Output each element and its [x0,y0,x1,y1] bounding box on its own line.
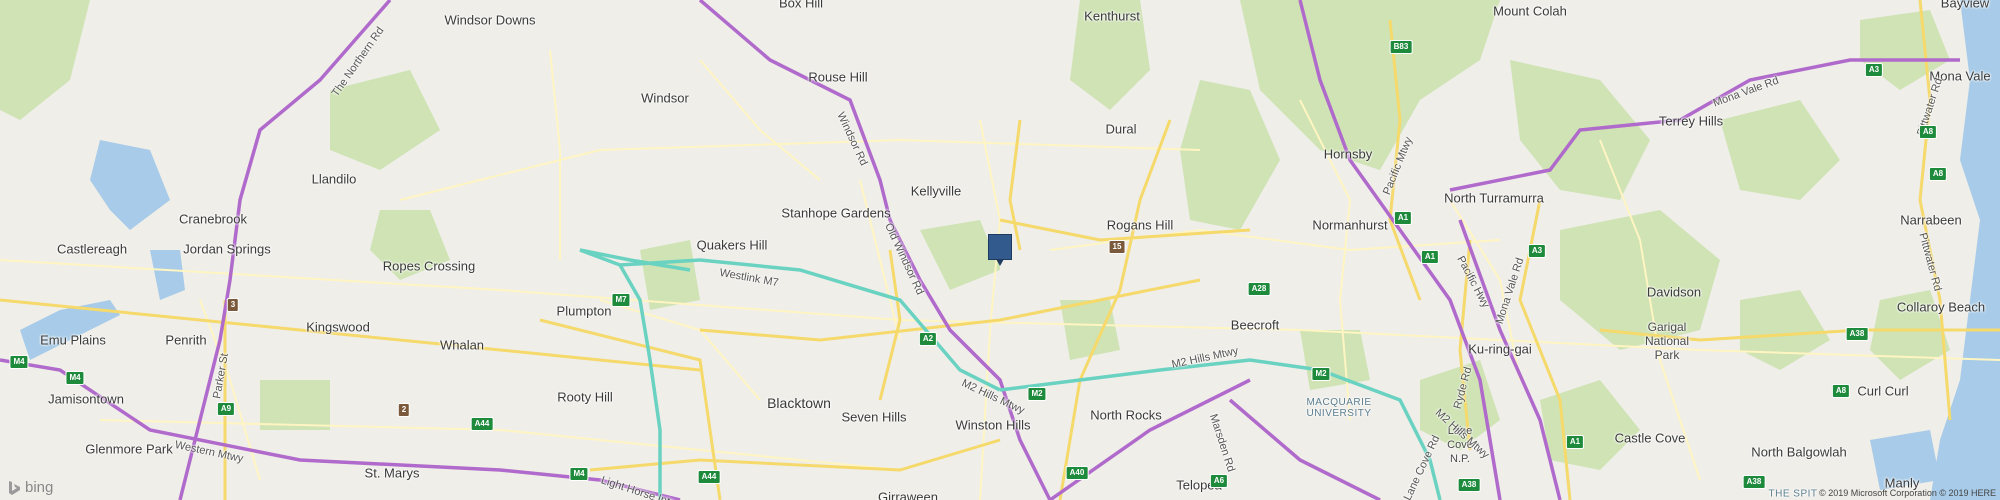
route-shield-a1-b: A1 [1420,250,1440,264]
place-rooty-hill: Rooty Hill [557,389,613,405]
place-winston-hills: Winston Hills [955,417,1031,433]
place-windsor-downs: Windsor Downs [444,12,536,28]
place-terrey-hills: Terrey Hills [1658,113,1724,129]
place-north-turramurra: North Turramurra [1444,190,1544,206]
copyright-notice: © 2019 Microsoft Corporation © 2019 HERE [1819,488,1996,498]
place-beecroft: Beecroft [1230,317,1280,333]
route-shield-m4-c: M4 [569,467,589,481]
route-shield-a8-low: A8 [1831,384,1851,398]
route-marker-3: 3 [226,298,240,312]
route-shield-a2: A2 [918,332,938,346]
place-glenmore-park: Glenmore Park [85,441,173,457]
place-whalan: Whalan [439,337,485,353]
place-emu-plains: Emu Plains [40,332,106,348]
route-shield-a1-a: A1 [1393,211,1413,225]
place-jordan-springs: Jordan Springs [183,241,271,257]
place-castlereagh: Castlereagh [56,241,128,257]
place-davidson: Davidson [1646,284,1702,300]
place-blacktown: Blacktown [767,395,831,411]
route-shield-a6: A6 [1209,474,1229,488]
route-marker-2: 2 [397,403,411,417]
place-kellyville: Kellyville [910,183,962,199]
map-canvas[interactable]: Box Hill Windsor Downs Kenthurst Mount C… [0,0,2000,500]
place-collaroy-beach: Collaroy Beach [1896,299,1986,315]
area-garigal-national-park: Garigal National Park [1644,320,1690,362]
place-stanhope-gardens: Stanhope Gardens [781,205,891,221]
place-st-marys: St. Marys [364,465,420,481]
place-rouse-hill: Rouse Hill [808,69,868,85]
location-marker[interactable] [988,234,1012,266]
route-shield-a38-a: A38 [1845,327,1869,341]
route-shield-a44-b: A44 [697,470,721,484]
route-shield-a28: A28 [1247,282,1271,296]
place-north-rocks: North Rocks [1090,407,1162,423]
place-rogans-hill: Rogans Hill [1106,217,1174,233]
place-penrith: Penrith [165,332,207,348]
route-shield-a9: A9 [216,402,236,416]
place-windsor: Windsor [641,90,689,106]
place-jamisontown: Jamisontown [48,391,124,407]
route-shield-a38-c: A38 [1742,475,1766,489]
place-dural: Dural [1105,121,1137,137]
bing-icon [9,480,20,495]
route-shield-a44-a: A44 [470,417,494,431]
area-the-spit: THE SPIT [1768,488,1818,500]
route-shield-a38-b: A38 [1457,478,1481,492]
bing-logo-text: bing [25,479,54,496]
place-plumpton: Plumpton [556,303,612,319]
route-marker-15: 15 [1108,240,1126,254]
route-shield-a3-mid: A3 [1527,244,1547,258]
place-girraween: Girraween [878,489,938,500]
place-box-hill: Box Hill [778,0,824,11]
place-narrabeen: Narrabeen [1900,212,1962,228]
place-curl-curl: Curl Curl [1857,383,1909,399]
place-quakers-hill: Quakers Hill [696,237,768,253]
route-shield-m2-a: M2 [1027,387,1047,401]
place-seven-hills: Seven Hills [841,409,907,425]
place-ku-ring-gai: Ku-ring-gai [1468,341,1532,357]
place-cranebrook: Cranebrook [179,211,247,227]
place-bayview: Bayview [1940,0,1990,11]
route-shield-a40: A40 [1065,466,1089,480]
area-macquarie-university: MACQUARIE UNIVERSITY [1306,397,1372,419]
route-shield-m2-b: M2 [1311,367,1331,381]
place-normanhurst: Normanhurst [1312,217,1388,233]
route-shield-m7: M7 [611,293,631,307]
route-shield-a1-c: A1 [1565,435,1585,449]
route-shield-m4-b: M4 [65,371,85,385]
place-ropes-crossing: Ropes Crossing [382,258,476,274]
place-kingswood: Kingswood [306,319,370,335]
place-mount-colah: Mount Colah [1493,3,1567,19]
place-hornsby: Hornsby [1323,146,1373,162]
place-kenthurst: Kenthurst [1084,8,1140,24]
route-shield-m4-a: M4 [9,355,29,369]
place-llandilo: Llandilo [311,171,357,187]
place-castle-cove: Castle Cove [1614,430,1686,446]
route-shield-a8-top: A8 [1918,125,1938,139]
route-shield-a3-top: A3 [1864,63,1884,77]
bing-logo: bing [8,479,53,496]
route-shield-b83: B83 [1389,40,1413,54]
route-shield-a8-mid: A8 [1928,167,1948,181]
place-north-balgowlah: North Balgowlah [1751,444,1847,460]
